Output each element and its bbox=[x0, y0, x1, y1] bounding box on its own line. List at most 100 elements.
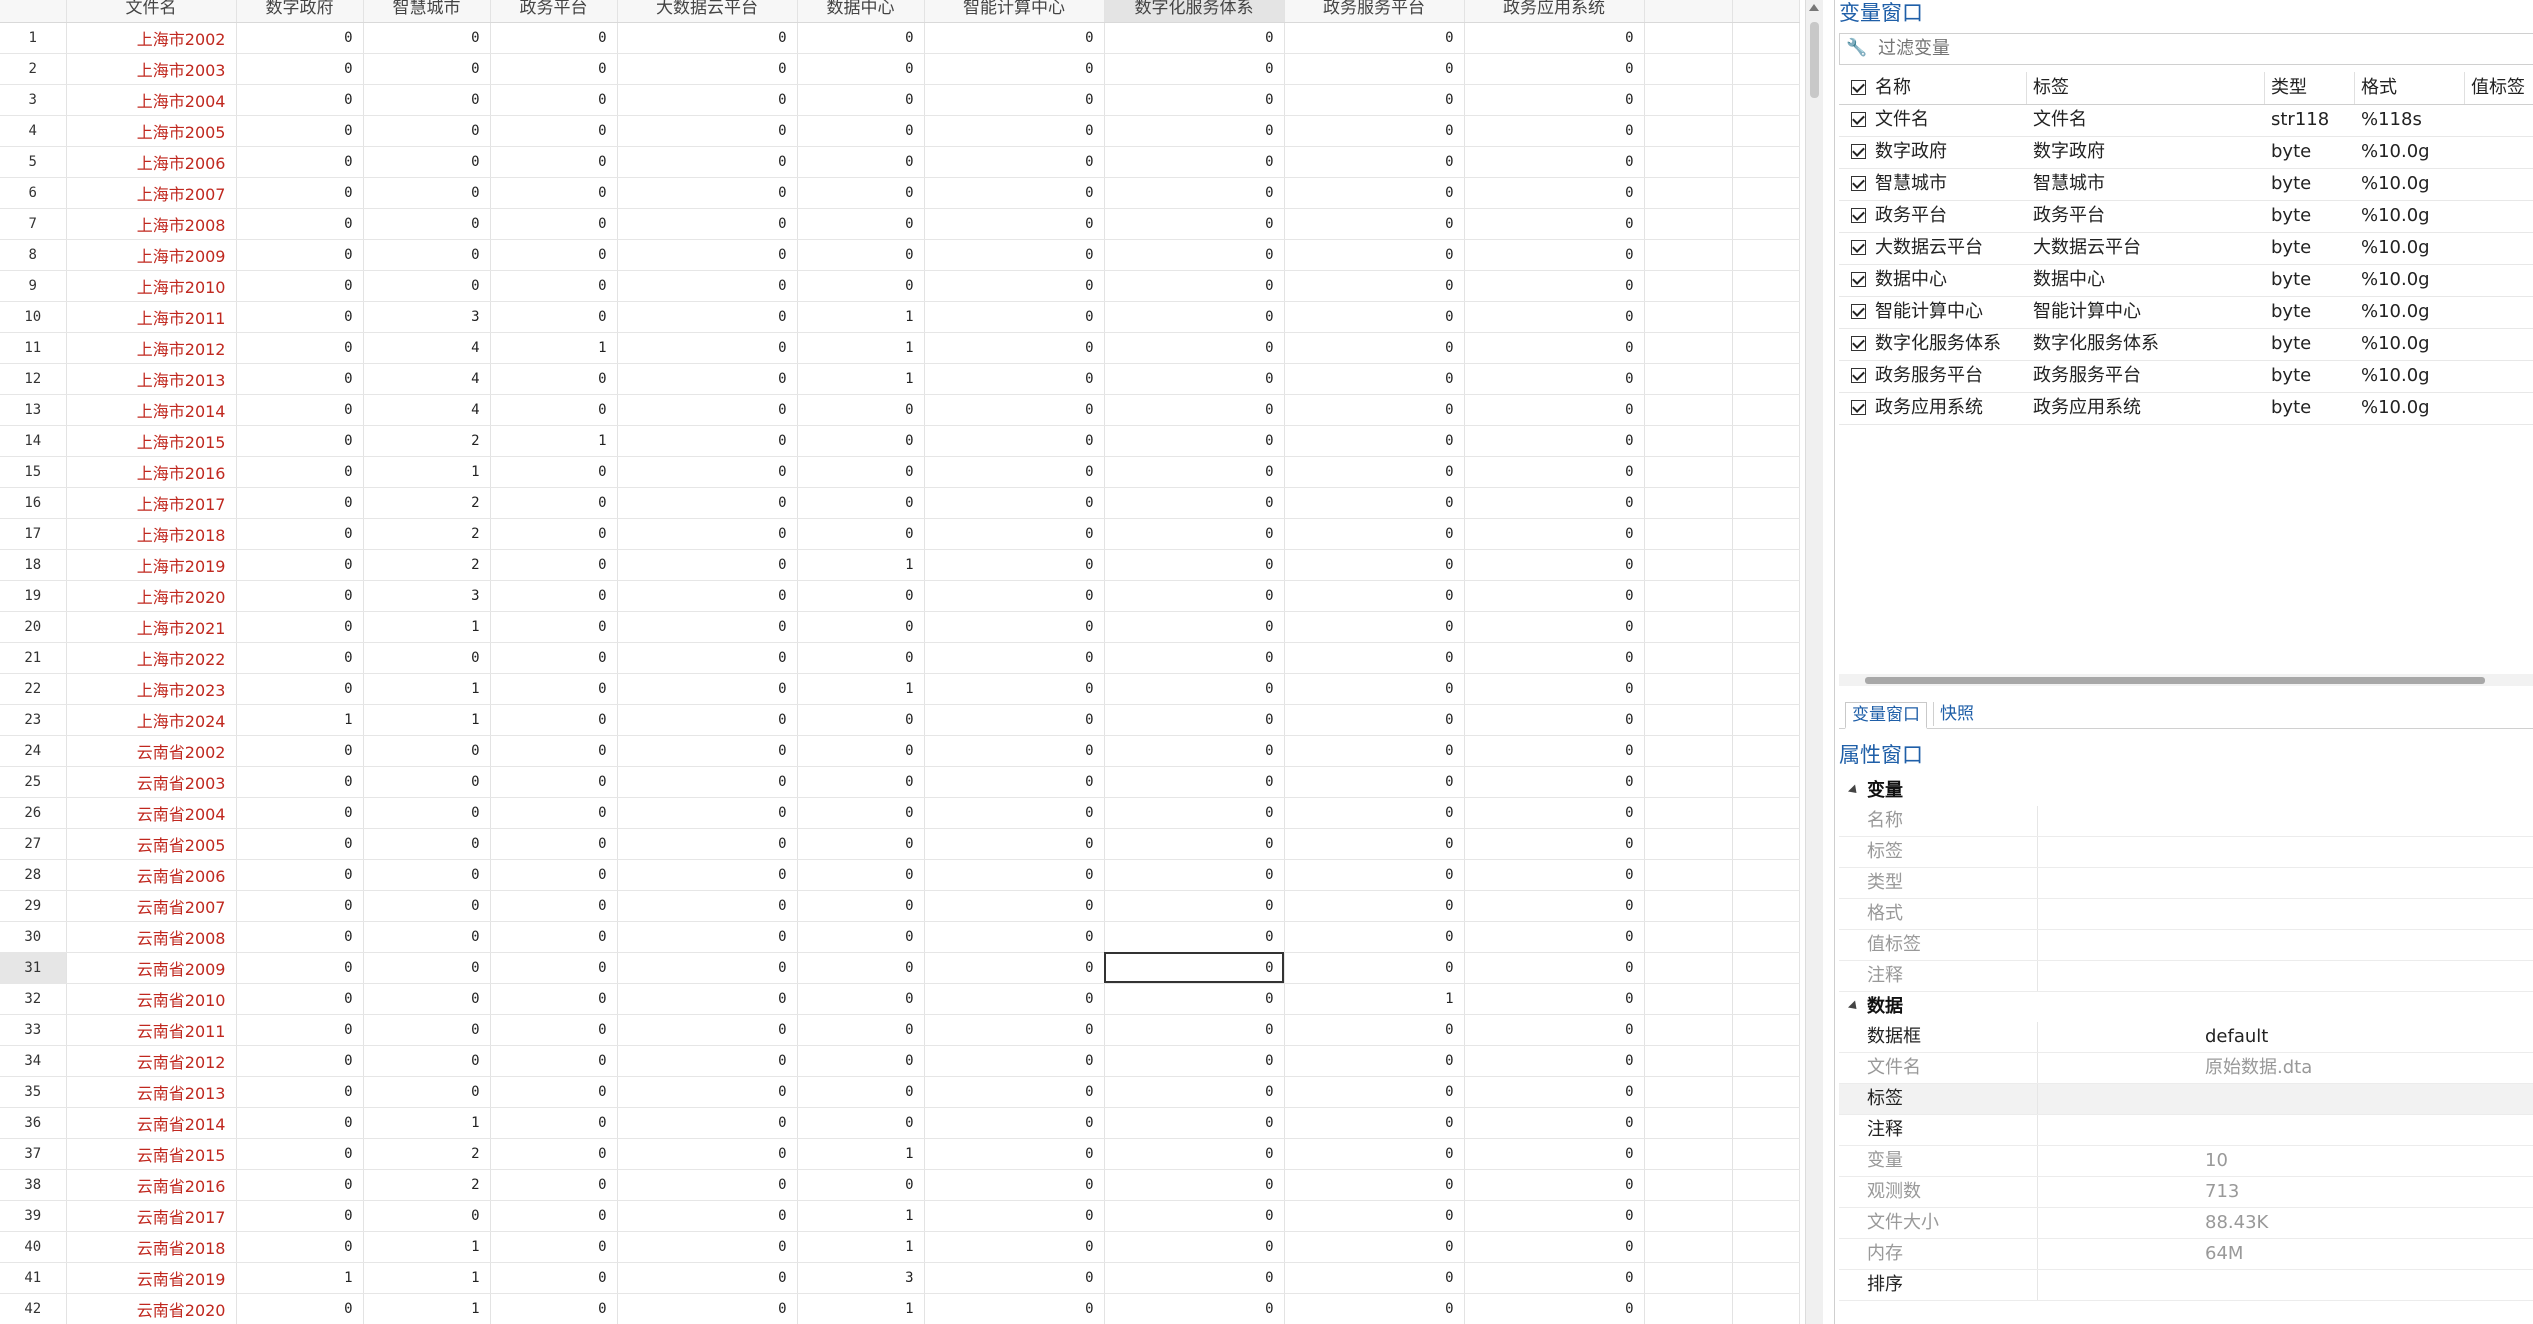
data-cell[interactable]: 0 bbox=[1464, 983, 1645, 1015]
data-cell[interactable]: 0 bbox=[1464, 611, 1645, 643]
data-cell[interactable]: 0 bbox=[1104, 983, 1285, 1015]
data-cell[interactable]: 0 bbox=[236, 673, 364, 705]
data-cell[interactable]: 0 bbox=[1464, 952, 1645, 984]
data-cell[interactable]: 0 bbox=[236, 208, 364, 240]
data-cell[interactable]: 0 bbox=[236, 952, 364, 984]
data-cell[interactable]: 0 bbox=[1104, 1107, 1285, 1139]
property-row[interactable]: 变量 10 bbox=[1839, 1146, 2533, 1177]
row-number[interactable]: 7 bbox=[0, 208, 67, 240]
data-cell[interactable]: 0 bbox=[363, 239, 491, 271]
data-cell[interactable]: 0 bbox=[797, 53, 925, 85]
row-number[interactable]: 14 bbox=[0, 425, 67, 457]
table-row[interactable]: 17 上海市2018 0 2 0 0 0 0 0 0 0 bbox=[0, 518, 1800, 550]
header-label[interactable]: 标签 bbox=[2027, 72, 2265, 104]
data-cell[interactable]: 0 bbox=[490, 735, 618, 767]
data-cell[interactable]: 0 bbox=[236, 828, 364, 860]
data-cell[interactable]: 0 bbox=[797, 735, 925, 767]
cell-filename[interactable]: 上海市2020 bbox=[66, 580, 237, 612]
data-cell[interactable]: 0 bbox=[363, 828, 491, 860]
data-cell[interactable]: 0 bbox=[1464, 84, 1645, 116]
data-cell[interactable]: 0 bbox=[1284, 642, 1465, 674]
data-cell[interactable]: 0 bbox=[924, 146, 1105, 178]
table-row[interactable]: 34 云南省2012 0 0 0 0 0 0 0 0 0 bbox=[0, 1045, 1800, 1077]
data-cell[interactable]: 0 bbox=[1464, 53, 1645, 85]
table-row[interactable]: 6 上海市2007 0 0 0 0 0 0 0 0 0 bbox=[0, 177, 1800, 209]
data-cell[interactable]: 0 bbox=[797, 177, 925, 209]
data-cell[interactable]: 0 bbox=[236, 146, 364, 178]
cell-filename[interactable]: 云南省2019 bbox=[66, 1262, 237, 1294]
data-cell[interactable]: 0 bbox=[1284, 1262, 1465, 1294]
cell-filename[interactable]: 云南省2003 bbox=[66, 766, 237, 798]
row-number[interactable]: 36 bbox=[0, 1107, 67, 1139]
data-cell[interactable]: 0 bbox=[617, 425, 798, 457]
cell-filename[interactable]: 云南省2007 bbox=[66, 890, 237, 922]
data-cell[interactable]: 0 bbox=[617, 797, 798, 829]
table-row[interactable]: 23 上海市2024 1 1 0 0 0 0 0 0 0 bbox=[0, 704, 1800, 736]
property-row[interactable]: 标签 bbox=[1839, 1084, 2533, 1115]
row-number[interactable]: 15 bbox=[0, 456, 67, 488]
data-cell[interactable]: 0 bbox=[236, 766, 364, 798]
cell-filename[interactable]: 上海市2018 bbox=[66, 518, 237, 550]
row-number[interactable]: 4 bbox=[0, 115, 67, 147]
header-value-label[interactable]: 值标签 bbox=[2465, 72, 2533, 104]
data-cell[interactable]: 0 bbox=[797, 518, 925, 550]
data-cell[interactable]: 0 bbox=[1464, 1076, 1645, 1108]
data-cell[interactable]: 0 bbox=[617, 332, 798, 364]
variable-row[interactable]: 政务平台 政务平台 byte %10.0g bbox=[1839, 200, 2533, 233]
data-cell[interactable]: 4 bbox=[363, 332, 491, 364]
data-cell[interactable]: 0 bbox=[1104, 549, 1285, 581]
data-cell[interactable]: 1 bbox=[797, 1200, 925, 1232]
data-cell[interactable]: 0 bbox=[363, 208, 491, 240]
data-cell[interactable]: 0 bbox=[1104, 84, 1285, 116]
row-number[interactable]: 12 bbox=[0, 363, 67, 395]
data-cell[interactable]: 0 bbox=[363, 642, 491, 674]
data-cell[interactable]: 0 bbox=[924, 1200, 1105, 1232]
table-row[interactable]: 31 云南省2009 0 0 0 0 0 0 0 0 0 bbox=[0, 952, 1800, 984]
data-cell[interactable]: 0 bbox=[1284, 704, 1465, 736]
data-cell[interactable]: 0 bbox=[797, 890, 925, 922]
data-cell[interactable]: 0 bbox=[797, 208, 925, 240]
data-cell[interactable]: 0 bbox=[924, 270, 1105, 302]
data-cell[interactable]: 0 bbox=[490, 22, 618, 54]
row-number[interactable]: 28 bbox=[0, 859, 67, 891]
table-row[interactable]: 41 云南省2019 1 1 0 0 3 0 0 0 0 bbox=[0, 1262, 1800, 1294]
data-cell[interactable]: 0 bbox=[1104, 239, 1285, 271]
data-cell[interactable]: 0 bbox=[236, 394, 364, 426]
data-cell[interactable]: 0 bbox=[797, 146, 925, 178]
data-cell[interactable]: 0 bbox=[490, 1076, 618, 1108]
data-cell[interactable]: 1 bbox=[797, 549, 925, 581]
data-cell[interactable]: 3 bbox=[363, 301, 491, 333]
data-cell[interactable]: 0 bbox=[1464, 146, 1645, 178]
data-cell[interactable]: 0 bbox=[924, 301, 1105, 333]
data-cell[interactable]: 0 bbox=[1284, 53, 1465, 85]
cell-filename[interactable]: 云南省2014 bbox=[66, 1107, 237, 1139]
cell-filename[interactable]: 上海市2007 bbox=[66, 177, 237, 209]
row-number[interactable]: 23 bbox=[0, 704, 67, 736]
data-cell[interactable]: 0 bbox=[1104, 1262, 1285, 1294]
table-row[interactable]: 8 上海市2009 0 0 0 0 0 0 0 0 0 bbox=[0, 239, 1800, 271]
data-cell[interactable]: 0 bbox=[1464, 332, 1645, 364]
data-cell[interactable]: 0 bbox=[363, 146, 491, 178]
variable-row[interactable]: 政务服务平台 政务服务平台 byte %10.0g bbox=[1839, 360, 2533, 393]
data-cell[interactable]: 0 bbox=[1104, 363, 1285, 395]
data-cell[interactable]: 0 bbox=[617, 1107, 798, 1139]
table-row[interactable]: 40 云南省2018 0 1 0 0 1 0 0 0 0 bbox=[0, 1231, 1800, 1263]
property-row[interactable]: 注释 bbox=[1839, 961, 2533, 992]
data-cell[interactable]: 0 bbox=[797, 952, 925, 984]
column-header-9[interactable]: 政务应用系统 bbox=[1464, 0, 1645, 23]
property-row[interactable]: 排序 bbox=[1839, 1270, 2533, 1301]
data-cell[interactable]: 1 bbox=[236, 1262, 364, 1294]
data-cell[interactable]: 1 bbox=[363, 1231, 491, 1263]
data-cell[interactable]: 0 bbox=[797, 766, 925, 798]
property-section[interactable]: 数据 bbox=[1839, 992, 2533, 1022]
data-cell[interactable]: 0 bbox=[924, 456, 1105, 488]
data-cell[interactable]: 0 bbox=[1464, 456, 1645, 488]
data-cell[interactable]: 0 bbox=[1464, 1169, 1645, 1201]
data-cell[interactable]: 0 bbox=[797, 580, 925, 612]
data-cell[interactable]: 0 bbox=[236, 177, 364, 209]
data-cell[interactable]: 0 bbox=[1104, 115, 1285, 147]
data-cell[interactable]: 0 bbox=[617, 766, 798, 798]
data-cell[interactable]: 0 bbox=[1104, 301, 1285, 333]
data-cell[interactable]: 0 bbox=[490, 1262, 618, 1294]
data-cell[interactable]: 0 bbox=[797, 921, 925, 953]
